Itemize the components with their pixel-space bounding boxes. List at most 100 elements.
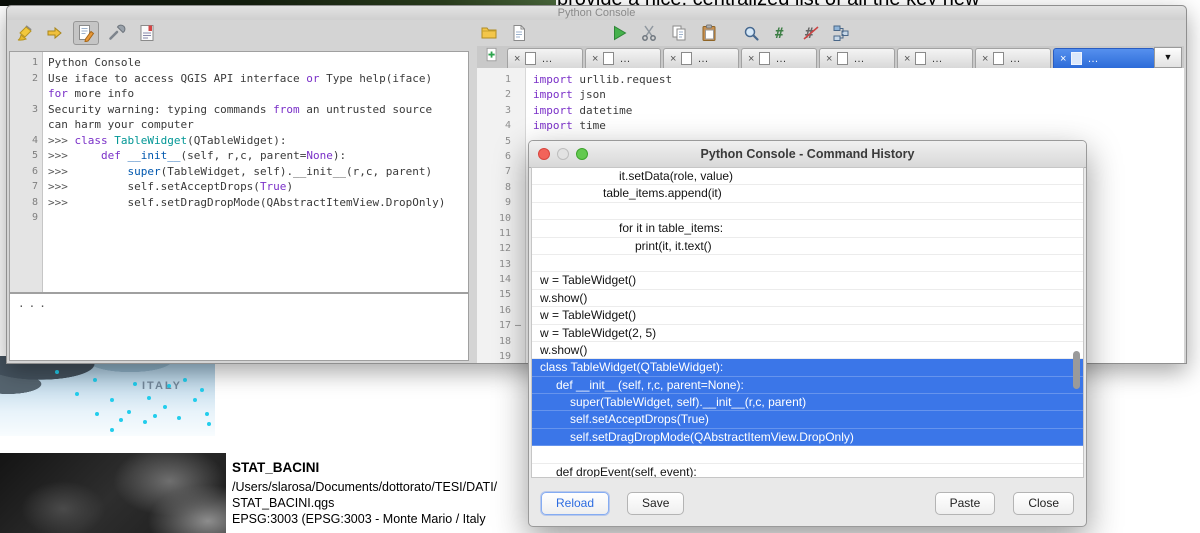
editor-tab[interactable]: ×… bbox=[897, 48, 973, 68]
find-button[interactable] bbox=[739, 22, 763, 44]
history-row[interactable]: w = TableWidget() bbox=[532, 307, 1083, 324]
code-text: import urllib.request bbox=[533, 72, 672, 87]
paste-button[interactable]: Paste bbox=[935, 492, 996, 515]
history-row[interactable]: def __init__(self, r,c, parent=None): bbox=[532, 377, 1083, 394]
copy-button[interactable] bbox=[667, 22, 691, 44]
editor-tab[interactable]: ×… bbox=[819, 48, 895, 68]
file-icon bbox=[525, 52, 536, 65]
code-text: >>> super(TableWidget, self).__init__(r,… bbox=[48, 164, 432, 180]
code-text: >>> class TableWidget(QTableWidget): bbox=[48, 133, 286, 149]
close-window-button[interactable] bbox=[538, 148, 550, 160]
run-script-button[interactable] bbox=[607, 22, 631, 44]
console-output[interactable]: 1Python Console2Use iface to access QGIS… bbox=[9, 51, 469, 293]
line-number: 13 bbox=[477, 257, 511, 272]
chevron-down-icon: ▼ bbox=[1164, 53, 1173, 62]
code-line: 1import urllib.request bbox=[477, 72, 1184, 87]
close-tab-icon[interactable]: × bbox=[592, 53, 598, 65]
history-row[interactable] bbox=[532, 446, 1083, 463]
uncomment-icon: # bbox=[802, 24, 820, 42]
paste-button[interactable] bbox=[697, 22, 721, 44]
close-tab-icon[interactable]: × bbox=[748, 53, 754, 65]
code-text: for more info bbox=[48, 86, 134, 102]
editor-tab[interactable]: ×… bbox=[975, 48, 1051, 68]
close-tab-icon[interactable]: × bbox=[904, 53, 910, 65]
code-text: import json bbox=[533, 87, 606, 102]
editor-tab[interactable]: ×… bbox=[741, 48, 817, 68]
scrollbar-thumb[interactable] bbox=[1073, 351, 1080, 389]
fold-marker[interactable]: – bbox=[515, 318, 521, 333]
dialog-title: Python Console - Command History bbox=[701, 147, 915, 161]
editor-tab[interactable]: ×… bbox=[663, 48, 739, 68]
close-tab-icon[interactable]: × bbox=[670, 53, 676, 65]
line-number: 3 bbox=[10, 102, 38, 118]
project-filename: STAT_BACINI.qgs bbox=[232, 495, 497, 511]
save-script-button[interactable] bbox=[507, 22, 531, 44]
project-thumbnail[interactable] bbox=[0, 453, 226, 533]
close-tab-icon[interactable]: × bbox=[982, 53, 988, 65]
close-button[interactable]: Close bbox=[1013, 492, 1074, 515]
cut-button[interactable] bbox=[637, 22, 661, 44]
line-number: 2 bbox=[477, 87, 511, 102]
history-row[interactable]: self.setAcceptDrops(True) bbox=[532, 411, 1083, 428]
history-row[interactable]: for it in table_items: bbox=[532, 220, 1083, 237]
history-row[interactable]: w = TableWidget() bbox=[532, 272, 1083, 289]
show-editor-button[interactable] bbox=[73, 21, 99, 45]
history-row[interactable]: w = TableWidget(2, 5) bbox=[532, 325, 1083, 342]
history-row[interactable]: w.show() bbox=[532, 342, 1083, 359]
reload-button[interactable]: Reload bbox=[541, 492, 609, 515]
line-number: 3 bbox=[477, 103, 511, 118]
history-row[interactable]: print(it, it.text() bbox=[532, 238, 1083, 255]
save-button[interactable]: Save bbox=[627, 492, 684, 515]
tab-label: … bbox=[541, 53, 552, 65]
history-row[interactable]: it.setData(role, value) bbox=[532, 168, 1083, 185]
clear-console-icon bbox=[16, 24, 34, 42]
line-number: 4 bbox=[477, 118, 511, 133]
close-tab-icon[interactable]: × bbox=[514, 53, 520, 65]
history-row[interactable]: self.setDragDropMode(QAbstractItemView.D… bbox=[532, 429, 1083, 446]
open-script-button[interactable] bbox=[477, 22, 501, 44]
new-script-icon bbox=[484, 47, 500, 68]
run-command-button[interactable] bbox=[43, 22, 67, 44]
history-row[interactable]: super(TableWidget, self).__init__(r,c, p… bbox=[532, 394, 1083, 411]
history-row[interactable]: w.show() bbox=[532, 290, 1083, 307]
options-button[interactable] bbox=[105, 22, 129, 44]
line-number: 16 bbox=[477, 303, 511, 318]
history-row[interactable] bbox=[532, 203, 1083, 220]
help-icon bbox=[138, 24, 156, 42]
zoom-window-button[interactable] bbox=[576, 148, 588, 160]
line-number: 17 bbox=[477, 318, 511, 333]
console-input[interactable]: ... bbox=[9, 293, 469, 361]
tab-label: … bbox=[697, 53, 708, 65]
minimize-window-button[interactable] bbox=[557, 148, 569, 160]
close-tab-icon[interactable]: × bbox=[1060, 53, 1066, 65]
line-number: 11 bbox=[477, 226, 511, 241]
tab-list-dropdown-button[interactable]: ▼ bbox=[1154, 47, 1182, 68]
close-tab-icon[interactable]: × bbox=[826, 53, 832, 65]
uncomment-button[interactable]: # bbox=[799, 22, 823, 44]
object-inspector-button[interactable] bbox=[829, 22, 853, 44]
help-button[interactable] bbox=[135, 22, 159, 44]
run-command-icon bbox=[46, 24, 64, 42]
editor-tab[interactable]: ×… bbox=[507, 48, 583, 68]
code-text: Python Console bbox=[48, 55, 141, 71]
line-number: 7 bbox=[477, 164, 511, 179]
history-row[interactable]: table_items.append(it) bbox=[532, 185, 1083, 202]
editor-tab[interactable]: ×… bbox=[585, 48, 661, 68]
history-row[interactable] bbox=[532, 255, 1083, 272]
window-title: Python Console bbox=[7, 6, 1186, 20]
comment-button[interactable]: # bbox=[769, 22, 793, 44]
history-row[interactable]: def dropEvent(self, event): bbox=[532, 464, 1083, 478]
project-title: STAT_BACINI bbox=[232, 460, 497, 475]
history-list[interactable]: it.setData(role, value)table_items.appen… bbox=[531, 167, 1084, 478]
find-icon bbox=[742, 24, 760, 42]
window-controls bbox=[538, 148, 595, 160]
line-number: 6 bbox=[10, 164, 38, 180]
editor-tab-active[interactable]: ×… bbox=[1053, 48, 1155, 68]
history-row[interactable]: class TableWidget(QTableWidget): bbox=[532, 359, 1083, 376]
new-tab-button[interactable] bbox=[480, 47, 504, 67]
code-text: Use iface to access QGIS API interface o… bbox=[48, 71, 432, 87]
recent-project-item[interactable]: STAT_BACINI /Users/slarosa/Documents/dot… bbox=[232, 460, 497, 527]
clear-console-button[interactable] bbox=[13, 22, 37, 44]
dialog-titlebar: Python Console - Command History bbox=[529, 141, 1086, 168]
run-script-icon bbox=[610, 24, 628, 42]
